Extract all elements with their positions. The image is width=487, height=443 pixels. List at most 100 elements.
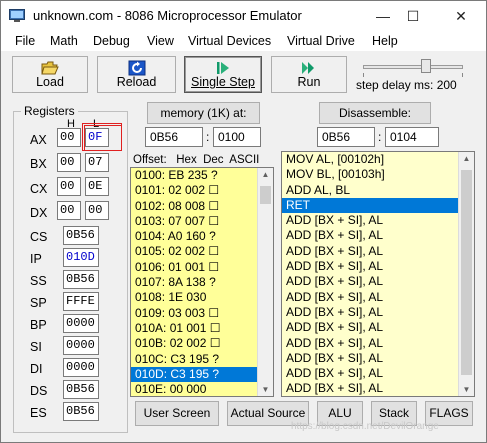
close-button[interactable]: ✕ — [441, 1, 481, 31]
menu-debug[interactable]: Debug — [93, 34, 130, 48]
disassembly-scrollbar[interactable]: ▲ ▼ — [458, 152, 474, 396]
menu-math[interactable]: Math — [50, 34, 78, 48]
memory-row[interactable]: 0108: 1E 030 — [131, 290, 273, 305]
reg-bp[interactable]: 0000 — [63, 314, 99, 333]
disassembly-scroll-thumb[interactable] — [461, 170, 472, 375]
disassemble-button[interactable]: Disassemble: — [319, 102, 431, 124]
reg-di[interactable]: 0000 — [63, 358, 99, 377]
menu-virtual-drive[interactable]: Virtual Drive — [287, 34, 355, 48]
reg-ss[interactable]: 0B56 — [63, 270, 99, 289]
reg-dx-low[interactable]: 00 — [85, 201, 109, 220]
menu-bar: File Math Debug View Virtual Devices Vir… — [1, 31, 486, 51]
reg-ax-high[interactable]: 00 — [57, 128, 81, 147]
annotation-box-inner — [84, 125, 122, 151]
disassembly-row[interactable]: ADD [BX + SI], AL — [282, 351, 474, 366]
app-icon — [9, 9, 25, 22]
title-bar[interactable]: unknown.com - 8086 Microprocessor Emulat… — [1, 1, 486, 31]
menu-virtual-devices[interactable]: Virtual Devices — [188, 34, 271, 48]
memory-row[interactable]: 010E: 00 000 — [131, 382, 273, 396]
disassembly-list[interactable]: MOV AL, [00102h] MOV BL, [00103h] ADD AL, … — [281, 151, 475, 397]
step-delay-slider-thumb[interactable] — [421, 59, 431, 73]
scroll-down-icon[interactable]: ▼ — [459, 385, 474, 394]
reg-sp[interactable]: FFFE — [63, 292, 99, 311]
reg-name-si: SI — [30, 340, 42, 354]
disassembly-row[interactable]: ADD [BX + SI], AL — [282, 213, 474, 228]
reg-es[interactable]: 0B56 — [63, 402, 99, 421]
memory-list[interactable]: 0100: EB 235 ? 0101: 02 002 ☐ 0102: 08 008… — [130, 167, 274, 397]
memory-column-header: Offset: Hex Dec ASCII — [133, 154, 260, 166]
memory-row[interactable]: 0106: 01 001 ☐ — [131, 260, 273, 275]
user-screen-button[interactable]: User Screen — [135, 401, 219, 426]
disassembly-row[interactable]: ADD [BX + SI], AL — [282, 336, 474, 351]
reg-bx-high[interactable]: 00 — [57, 153, 81, 172]
scroll-up-icon[interactable]: ▲ — [459, 154, 474, 163]
memory-row[interactable]: 0102: 08 008 ☐ — [131, 199, 273, 214]
disassembly-row[interactable]: ADD [BX + SI], AL — [282, 228, 474, 243]
scroll-up-icon[interactable]: ▲ — [258, 170, 273, 179]
memory-offset-input[interactable]: 0100 — [213, 127, 261, 147]
memory-row[interactable]: 0109: 03 003 ☐ — [131, 306, 273, 321]
disassembly-row[interactable]: ADD [BX + SI], AL — [282, 259, 474, 274]
reg-cx-high[interactable]: 00 — [57, 177, 81, 196]
reg-name-es: ES — [30, 406, 47, 420]
reg-si[interactable]: 0000 — [63, 336, 99, 355]
step-delay-slider[interactable] — [363, 65, 463, 69]
disassembly-row[interactable]: RET — [282, 197, 474, 214]
reload-label: Reload — [116, 75, 157, 89]
window-title: unknown.com - 8086 Microprocessor Emulat… — [33, 8, 302, 23]
reg-name-ax: AX — [30, 133, 47, 147]
memory-at-button[interactable]: memory (1K) at: — [147, 102, 260, 124]
run-icon — [302, 62, 314, 74]
memory-scroll-thumb[interactable] — [260, 186, 271, 204]
memory-row[interactable]: 010C: C3 195 ? — [131, 352, 273, 367]
reg-dx-high[interactable]: 00 — [57, 201, 81, 220]
disassembly-row[interactable]: ADD [BX + SI], AL — [282, 274, 474, 289]
menu-help[interactable]: Help — [372, 34, 398, 48]
disassembly-row[interactable]: ADD [BX + SI], AL — [282, 320, 474, 335]
memory-row[interactable]: 010D: C3 195 ? — [131, 366, 273, 383]
disassemble-offset-input[interactable]: 0104 — [385, 127, 439, 147]
disassembly-row[interactable]: ADD AL, BL — [282, 183, 474, 198]
disassemble-segment-input[interactable]: 0B56 — [317, 127, 375, 147]
disassembly-row[interactable]: ADD [BX + SI], AL — [282, 290, 474, 305]
reload-button[interactable]: Reload — [97, 56, 176, 93]
menu-view[interactable]: View — [147, 34, 174, 48]
disassemble-colon: : — [378, 130, 382, 144]
memory-row[interactable]: 0101: 02 002 ☐ — [131, 183, 273, 198]
reg-name-cs: CS — [30, 230, 48, 244]
watermark: https://blog.csdn.net/DevilOrange — [291, 421, 439, 432]
slider-ticks — [363, 73, 463, 77]
memory-rows: 0100: EB 235 ? 0101: 02 002 ☐ 0102: 08 008… — [131, 168, 273, 396]
reg-cx-low[interactable]: 0E — [85, 177, 109, 196]
menu-file[interactable]: File — [15, 34, 35, 48]
memory-segment-input[interactable]: 0B56 — [145, 127, 203, 147]
memory-row[interactable]: 010A: 01 001 ☐ — [131, 321, 273, 336]
memory-row[interactable]: 0107: 8A 138 ? — [131, 275, 273, 290]
memory-row[interactable]: 0105: 02 002 ☐ — [131, 244, 273, 259]
memory-row[interactable]: 010B: 02 002 ☐ — [131, 336, 273, 351]
memory-row[interactable]: 0103: 07 007 ☐ — [131, 214, 273, 229]
reload-icon — [128, 60, 145, 76]
run-button[interactable]: Run — [271, 56, 347, 93]
reg-ip[interactable]: 010D — [63, 248, 99, 267]
disassembly-row[interactable]: ADD [BX + SI], AL — [282, 381, 474, 396]
emulator-window: unknown.com - 8086 Microprocessor Emulat… — [0, 0, 487, 443]
single-step-button[interactable]: Single Step — [184, 56, 262, 93]
disassembly-row[interactable]: MOV AL, [00102h] — [282, 152, 474, 167]
memory-row[interactable]: 0100: EB 235 ? — [131, 168, 273, 183]
reg-bx-low[interactable]: 07 — [85, 153, 109, 172]
disassembly-row[interactable]: ADD [BX + SI], AL — [282, 305, 474, 320]
reg-cs[interactable]: 0B56 — [63, 226, 99, 245]
disassembly-row[interactable]: MOV BL, [00103h] — [282, 167, 474, 182]
load-label: Load — [36, 75, 64, 89]
memory-scrollbar[interactable]: ▲ ▼ — [257, 168, 273, 396]
load-button[interactable]: Load — [12, 56, 88, 93]
scroll-down-icon[interactable]: ▼ — [258, 385, 273, 394]
memory-row[interactable]: 0104: A0 160 ? — [131, 229, 273, 244]
reg-name-cx: CX — [30, 182, 48, 196]
disassembly-row[interactable]: ADD [BX + SI], AL — [282, 244, 474, 259]
disassembly-row[interactable]: ADD [BX + SI], AL — [282, 366, 474, 381]
reg-ds[interactable]: 0B56 — [63, 380, 99, 399]
maximize-button[interactable]: ☐ — [393, 1, 433, 31]
step-delay-label: step delay ms: 200 — [356, 78, 457, 92]
